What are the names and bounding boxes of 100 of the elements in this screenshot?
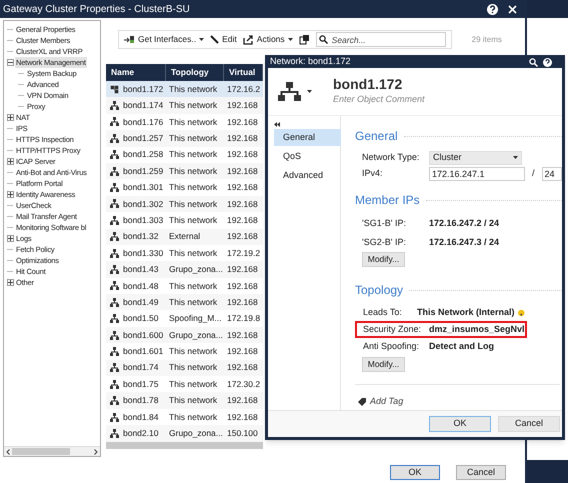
table-cell-text: Grupo_zona... bbox=[168, 263, 224, 276]
table-row[interactable]: bond1.174 This network 192.168 bbox=[106, 97, 263, 114]
nav-tab[interactable]: Advanced bbox=[274, 167, 341, 184]
copy-icon bbox=[298, 34, 310, 45]
expand-icon[interactable] bbox=[6, 158, 14, 165]
network-icon bbox=[110, 199, 119, 208]
modify-button[interactable]: Modify... bbox=[362, 357, 405, 372]
section-heading: General bbox=[355, 128, 398, 145]
help-icon[interactable] bbox=[543, 58, 552, 66]
table-row[interactable]: bond2.10 Grupo_zona... 150.100 bbox=[106, 425, 263, 442]
table-cell-text: 192.168 bbox=[226, 214, 259, 227]
section-heading: Topology bbox=[355, 282, 404, 299]
table-cell: bond1.75 bbox=[123, 378, 158, 391]
table-cell-text: 192.168 bbox=[226, 99, 259, 112]
modify-button[interactable]: Modify... bbox=[362, 252, 405, 267]
network-icon bbox=[110, 396, 119, 406]
network-icon bbox=[110, 281, 119, 290]
table-cell-text: 192.168 bbox=[226, 181, 259, 194]
table-cell-text: 192.168 bbox=[226, 132, 259, 145]
toolbar-button[interactable]: Edit bbox=[210, 33, 237, 46]
network-icon[interactable] bbox=[278, 82, 301, 102]
table-cell-text: This network bbox=[168, 132, 218, 145]
table-row[interactable]: bond1.302 This network 192.168 bbox=[106, 196, 263, 212]
nav-tab[interactable]: General bbox=[274, 129, 341, 146]
network-icon bbox=[110, 150, 119, 160]
table-cell-text: This network bbox=[168, 361, 218, 374]
field-label: Anti Spoofing: bbox=[363, 340, 420, 353]
table-cell-text: 150.100 bbox=[226, 427, 259, 440]
table-cell-text: 192.168 bbox=[226, 116, 259, 128]
field-value: 172.16.247.3 / 24 bbox=[429, 236, 500, 249]
search-field[interactable]: Search... bbox=[316, 32, 446, 47]
table-cell: bond1.303 bbox=[123, 214, 164, 227]
dialog-title: Network: bond1.172 bbox=[270, 55, 351, 68]
table-row[interactable]: bond1.32 External 192.168 bbox=[106, 228, 263, 245]
table-cell-text: 192.168 bbox=[226, 296, 259, 309]
search-icon[interactable] bbox=[529, 58, 538, 66]
network-icon bbox=[110, 232, 119, 242]
expand-icon[interactable] bbox=[6, 191, 14, 198]
table-cell: bond1.176 bbox=[123, 116, 164, 128]
nav-tab[interactable]: QoS bbox=[274, 148, 341, 165]
lightbulb-icon[interactable] bbox=[518, 308, 525, 316]
table-row[interactable]: bond1.259 This network 192.168 bbox=[106, 162, 263, 180]
field-label: Security Zone: bbox=[363, 322, 422, 336]
table-cell: bond1.330 bbox=[123, 246, 164, 260]
table-cell-text: This network bbox=[168, 280, 218, 292]
expand-icon[interactable] bbox=[6, 235, 14, 242]
scroll-right-icon[interactable] bbox=[94, 448, 98, 454]
dialog-button[interactable]: OK bbox=[429, 416, 491, 432]
table-cell-text: 192.168 bbox=[226, 263, 259, 276]
horizontal-scrollbar[interactable] bbox=[4, 446, 100, 456]
table-cell-text: 192.168 bbox=[226, 361, 259, 374]
table-row[interactable]: bond1.43 Grupo_zona... 192.168 bbox=[106, 261, 263, 278]
toolbar-button[interactable]: Actions bbox=[242, 33, 293, 46]
table-cell: bond1.78 bbox=[123, 394, 158, 407]
network-icon bbox=[110, 216, 119, 225]
mask-field[interactable]: 24 bbox=[542, 167, 562, 181]
network-icon bbox=[110, 248, 119, 258]
table-cell-text: 192.168 bbox=[226, 280, 259, 292]
network-icon bbox=[110, 346, 119, 356]
item-count: 29 items bbox=[472, 34, 502, 46]
network-icon bbox=[110, 183, 119, 192]
dialog-button[interactable]: Cancel bbox=[498, 416, 560, 432]
table-cell: bond1.174 bbox=[123, 99, 164, 112]
table-row[interactable]: bond1.49 This network 192.168 bbox=[106, 294, 263, 310]
table-cell-text: 172.19.2 bbox=[226, 246, 262, 260]
expand-icon[interactable] bbox=[6, 279, 14, 286]
comment-field[interactable]: Enter Object Comment bbox=[333, 93, 483, 107]
table-cell: bond1.259 bbox=[123, 164, 164, 178]
field-value: Detect and Log bbox=[429, 340, 494, 353]
expand-icon[interactable] bbox=[6, 114, 14, 121]
cluster-icon bbox=[110, 84, 119, 94]
network-icon bbox=[110, 330, 119, 340]
caret-icon bbox=[307, 90, 312, 93]
toolbar-button[interactable] bbox=[298, 34, 310, 45]
table-cell-text: 192.168 bbox=[226, 164, 259, 178]
field-label: 'SG2-B' IP: bbox=[362, 236, 407, 249]
network-icon bbox=[110, 101, 119, 110]
window-title: Gateway Cluster Properties - ClusterB-SU bbox=[3, 2, 190, 16]
table-row[interactable]: bond1.78 This network 192.168 bbox=[106, 392, 263, 409]
help-icon[interactable] bbox=[487, 4, 498, 14]
toolbar-button[interactable]: Get Interfaces.. bbox=[124, 33, 204, 46]
table-row[interactable]: bond1.172 This network 172.16.2 bbox=[106, 81, 263, 98]
table-row[interactable]: bond1.74 This network 192.168 bbox=[106, 360, 263, 376]
network-type-select[interactable]: Cluster bbox=[429, 150, 522, 164]
field-label: IPv4: bbox=[362, 167, 384, 180]
collapse-icon[interactable] bbox=[274, 122, 280, 127]
add-tag-button[interactable]: Add Tag bbox=[358, 395, 562, 408]
collapse-icon[interactable] bbox=[6, 59, 14, 66]
field-label: Leads To: bbox=[363, 306, 403, 319]
import-icon bbox=[124, 35, 135, 44]
table-row[interactable]: bond1.257 This network 192.168 bbox=[106, 130, 263, 147]
table-row[interactable]: bond1.600 Grupo_zona... 192.168 bbox=[106, 326, 263, 344]
dialog-button[interactable]: Cancel bbox=[456, 464, 506, 480]
table-cell: bond1.600 bbox=[123, 328, 164, 342]
export-icon bbox=[242, 34, 254, 44]
dialog-button[interactable]: OK bbox=[390, 464, 440, 480]
table-cell-text: 192.168 bbox=[226, 328, 259, 342]
scroll-left-icon[interactable] bbox=[6, 448, 10, 454]
close-icon[interactable] bbox=[508, 4, 517, 14]
ipv4-field[interactable]: 172.16.247.1 bbox=[429, 167, 525, 181]
